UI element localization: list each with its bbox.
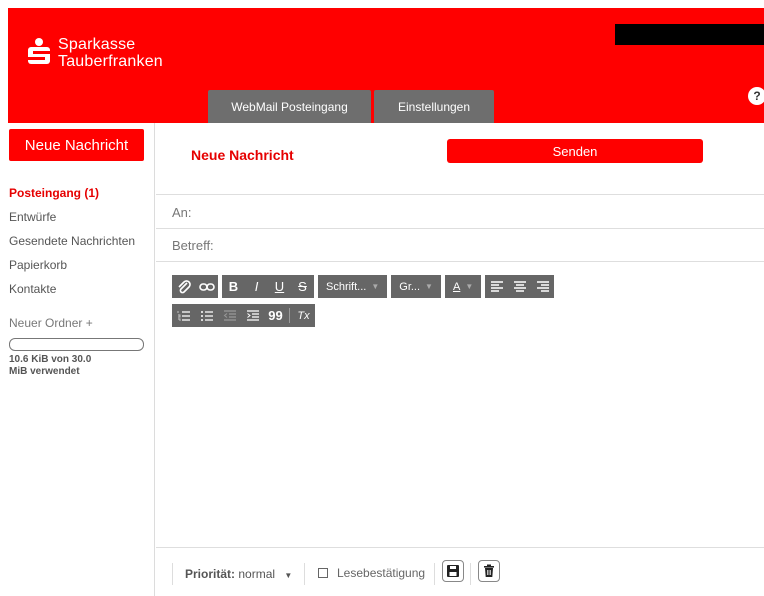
logo-line-1: Sparkasse — [58, 36, 136, 53]
tab-webmail-inbox[interactable]: WebMail Posteingang — [208, 90, 371, 123]
logo-line-2: Tauberfranken — [58, 53, 163, 70]
sidebar-item-sent[interactable]: Gesendete Nachrichten — [9, 234, 135, 258]
page-title: Neue Nachricht — [191, 147, 294, 163]
blockquote-icon[interactable]: 99 — [264, 304, 287, 327]
trash-icon — [484, 564, 494, 577]
read-receipt-label: Lesebestätigung — [337, 566, 426, 580]
new-message-button[interactable]: Neue Nachricht — [9, 129, 144, 161]
align-left-icon[interactable] — [485, 275, 508, 298]
attach-link-group — [172, 275, 218, 298]
sidebar-item-drafts[interactable]: Entwürfe — [9, 210, 135, 234]
priority-dropdown[interactable]: Priorität: normal ▼ — [185, 567, 292, 581]
read-receipt-option[interactable]: Lesebestätigung — [318, 566, 425, 580]
divider — [434, 563, 435, 585]
tab-settings[interactable]: Einstellungen — [374, 90, 494, 123]
paperclip-icon[interactable] — [172, 275, 195, 298]
save-draft-button[interactable] — [442, 560, 464, 582]
redacted-user-box — [615, 24, 764, 45]
divider — [156, 194, 764, 195]
list-quote-group: 99 Tx — [172, 304, 315, 327]
compose-panel: Neue Nachricht Senden An: Betreff: B I U… — [156, 123, 764, 596]
clear-format-icon[interactable]: Tx — [292, 304, 315, 327]
font-family-label: Schrift... — [326, 280, 367, 293]
strikethrough-button[interactable]: S — [291, 275, 314, 298]
underline-button[interactable]: U — [268, 275, 291, 298]
app-header: Sparkasse Tauberfranken WebMail Posteing… — [8, 8, 764, 123]
bold-button[interactable]: B — [222, 275, 245, 298]
link-icon[interactable] — [195, 275, 218, 298]
italic-button[interactable]: I — [245, 275, 268, 298]
priority-label: Priorität: — [185, 567, 236, 581]
quota-bar — [9, 338, 144, 351]
align-right-icon[interactable] — [531, 275, 554, 298]
chevron-down-icon: ▼ — [425, 282, 433, 291]
numbered-list-icon[interactable] — [172, 304, 195, 327]
divider — [172, 563, 173, 585]
indent-icon[interactable] — [241, 304, 264, 327]
font-family-dropdown[interactable]: Schrift... ▼ — [318, 275, 388, 298]
align-center-icon[interactable] — [508, 275, 531, 298]
text-style-group: B I U S — [222, 275, 314, 298]
delete-draft-button[interactable] — [478, 560, 500, 582]
alignment-group — [485, 275, 555, 298]
chevron-down-icon: ▼ — [465, 282, 474, 291]
toolbar-divider — [289, 308, 290, 323]
send-button[interactable]: Senden — [447, 139, 703, 163]
quota-text: 10.6 KiB von 30.0 MiB verwendet — [9, 354, 92, 377]
divider — [156, 261, 764, 262]
floppy-disk-icon — [447, 565, 459, 577]
chevron-down-icon: ▼ — [284, 571, 293, 580]
font-size-dropdown[interactable]: Gr... ▼ — [391, 275, 441, 298]
sparkasse-logo: Sparkasse Tauberfranken — [28, 36, 163, 70]
new-folder-link[interactable]: Neuer Ordner + — [9, 316, 93, 330]
editor-toolbar-row-2: 99 Tx — [172, 304, 315, 327]
folder-list: Posteingang (1) Entwürfe Gesendete Nachr… — [9, 186, 135, 306]
chevron-down-icon: ▼ — [371, 282, 380, 291]
sidebar-item-trash[interactable]: Papierkorb — [9, 258, 135, 282]
text-color-dropdown[interactable]: A ▼ — [444, 275, 482, 298]
to-field[interactable]: An: — [172, 205, 192, 220]
sidebar-item-contacts[interactable]: Kontakte — [9, 282, 135, 306]
sidebar-item-inbox[interactable]: Posteingang (1) — [9, 186, 135, 210]
divider — [156, 228, 764, 229]
outdent-icon[interactable] — [218, 304, 241, 327]
divider — [304, 563, 305, 585]
divider — [470, 563, 471, 585]
read-receipt-checkbox[interactable] — [318, 568, 328, 578]
editor-toolbar-row-1: B I U S Schrift... ▼ Gr... ▼ A ▼ — [172, 275, 555, 298]
sparkasse-s-icon — [28, 38, 50, 66]
priority-value: normal — [238, 567, 276, 581]
sidebar: Neue Nachricht Posteingang (1) Entwürfe … — [0, 123, 155, 596]
text-color-icon: A — [452, 280, 461, 293]
bullet-list-icon[interactable] — [195, 304, 218, 327]
subject-field[interactable]: Betreff: — [172, 238, 214, 253]
compose-footer: Priorität: normal ▼ Lesebestätigung — [156, 547, 764, 596]
font-size-label: Gr... — [399, 280, 421, 293]
help-icon[interactable]: ? — [748, 87, 764, 105]
